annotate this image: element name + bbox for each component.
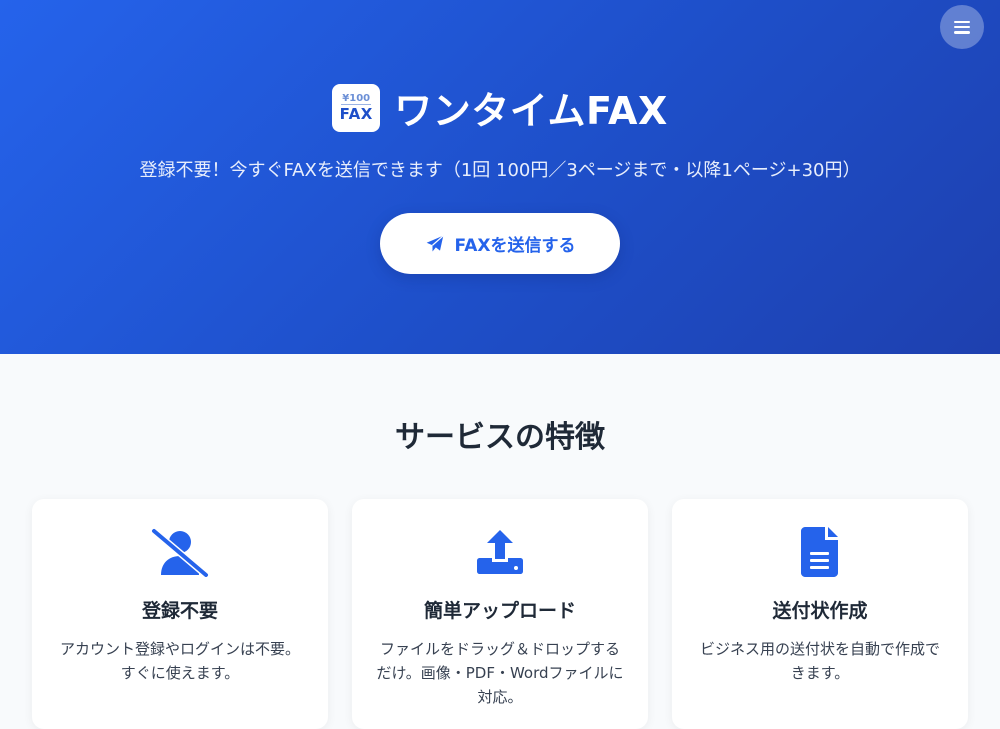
feature-title: 簡単アップロード [423,600,576,622]
send-fax-button[interactable]: FAXを送信する [380,213,620,274]
feature-card-upload: 簡単アップロード ファイルをドラッグ＆ドロップするだけ。画像・PDF・Wordフ… [352,499,648,729]
features-title: サービスの特徴 [395,420,605,455]
user-slash-icon [150,527,210,577]
upload-icon [477,530,523,574]
tagline: 登録不要！今すぐFAXを送信できます（1回 100円／3ページまで・以降1ページ… [139,160,861,181]
logo: ¥100 FAX [332,83,381,132]
feature-desc: ファイルをドラッグ＆ドロップするだけ。画像・PDF・Wordファイルに対応。 [376,640,624,706]
paper-plane-icon [426,234,444,251]
feature-title: 登録不要 [141,600,218,622]
feature-desc: ビジネス用の送付状を自動で作成できます。 [699,640,940,682]
feature-desc: アカウント登録やログインは不要。すぐに使えます。 [59,640,300,682]
site-title: ワンタイムFAX [394,89,668,133]
feature-title: 送付状作成 [772,600,868,622]
logo-fax: FAX [339,104,373,123]
hero-section: ¥100 FAX ワンタイムFAX 登録不要！今すぐFAXを送信できます（1回 … [0,0,1000,354]
hamburger-icon [954,20,970,34]
feature-card-no-registration: 登録不要 アカウント登録やログインは不要。すぐに使えます。 [32,499,328,729]
feature-cards: 登録不要 アカウント登録やログインは不要。すぐに使えます。 簡単アップロード フ… [32,499,968,729]
brand: ¥100 FAX ワンタイムFAX [0,80,1000,135]
logo-price: ¥100 [341,92,372,105]
feature-card-cover-sheet: 送付状作成 ビジネス用の送付状を自動で作成できます。 [672,499,968,729]
menu-button[interactable] [940,5,984,49]
document-icon [801,527,838,577]
send-fax-label: FAXを送信する [454,236,576,256]
